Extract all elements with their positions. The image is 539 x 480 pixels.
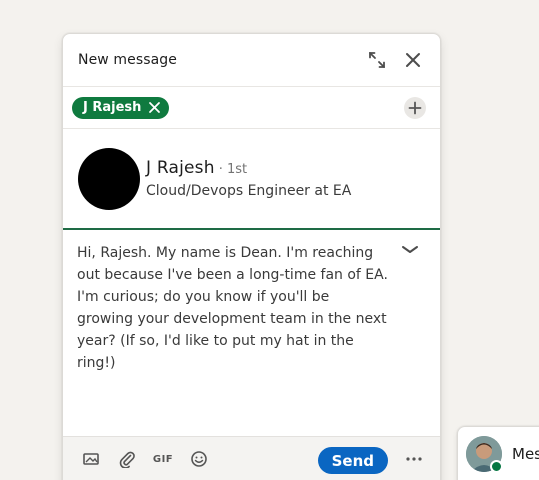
recipient-chip-label: J Rajesh xyxy=(83,100,142,115)
user-avatar xyxy=(466,436,503,473)
new-message-window: New message J Rajesh J Rajesh · 1st Clou… xyxy=(62,33,441,480)
add-recipient-button[interactable] xyxy=(404,96,426,119)
close-icon xyxy=(149,102,160,113)
attach-image-button[interactable] xyxy=(79,447,103,471)
profile-name[interactable]: J Rajesh xyxy=(146,158,215,178)
plus-icon xyxy=(408,101,422,114)
more-options-button[interactable] xyxy=(402,447,426,471)
avatar[interactable] xyxy=(78,147,140,210)
compose-header: New message xyxy=(63,34,440,87)
profile-name-row: J Rajesh · 1st xyxy=(146,158,351,178)
smiley-icon xyxy=(191,451,207,467)
emoji-button[interactable] xyxy=(187,447,211,471)
close-button[interactable] xyxy=(400,47,426,73)
close-icon xyxy=(406,53,420,67)
messaging-widget-label: Messaging xyxy=(512,445,539,463)
message-body-area[interactable]: Hi, Rajesh. My name is Dean. I'm reachin… xyxy=(63,230,440,436)
page: New message J Rajesh J Rajesh · 1st Clou… xyxy=(0,0,539,480)
compose-title: New message xyxy=(78,52,178,68)
connection-degree: · 1st xyxy=(218,162,248,177)
gif-button[interactable]: GIF xyxy=(151,447,175,471)
expand-button[interactable] xyxy=(364,47,390,73)
paperclip-icon xyxy=(119,451,135,468)
recipient-chip[interactable]: J Rajesh xyxy=(72,96,170,119)
more-horizontal-icon xyxy=(406,457,422,461)
send-button[interactable]: Send xyxy=(317,447,388,474)
profile-headline: Cloud/Devops Engineer at EA xyxy=(146,183,352,199)
online-status-indicator xyxy=(490,460,503,473)
attach-file-button[interactable] xyxy=(115,447,139,471)
compose-toolbar: GIF Send xyxy=(63,436,440,480)
gif-label: GIF xyxy=(152,453,174,465)
recipient-profile-card: J Rajesh · 1st Cloud/Devops Engineer at … xyxy=(63,129,440,230)
profile-info: J Rajesh · 1st Cloud/Devops Engineer at … xyxy=(146,158,351,199)
collapse-button[interactable] xyxy=(400,240,420,260)
message-textarea[interactable]: Hi, Rajesh. My name is Dean. I'm reachin… xyxy=(77,242,390,374)
recipients-bar: J Rajesh xyxy=(63,87,440,129)
messaging-widget[interactable]: Messaging xyxy=(457,426,539,480)
chevron-down-icon xyxy=(402,246,418,253)
remove-recipient-button[interactable] xyxy=(147,101,161,115)
image-icon xyxy=(83,453,99,465)
expand-arrows-icon xyxy=(369,52,385,68)
